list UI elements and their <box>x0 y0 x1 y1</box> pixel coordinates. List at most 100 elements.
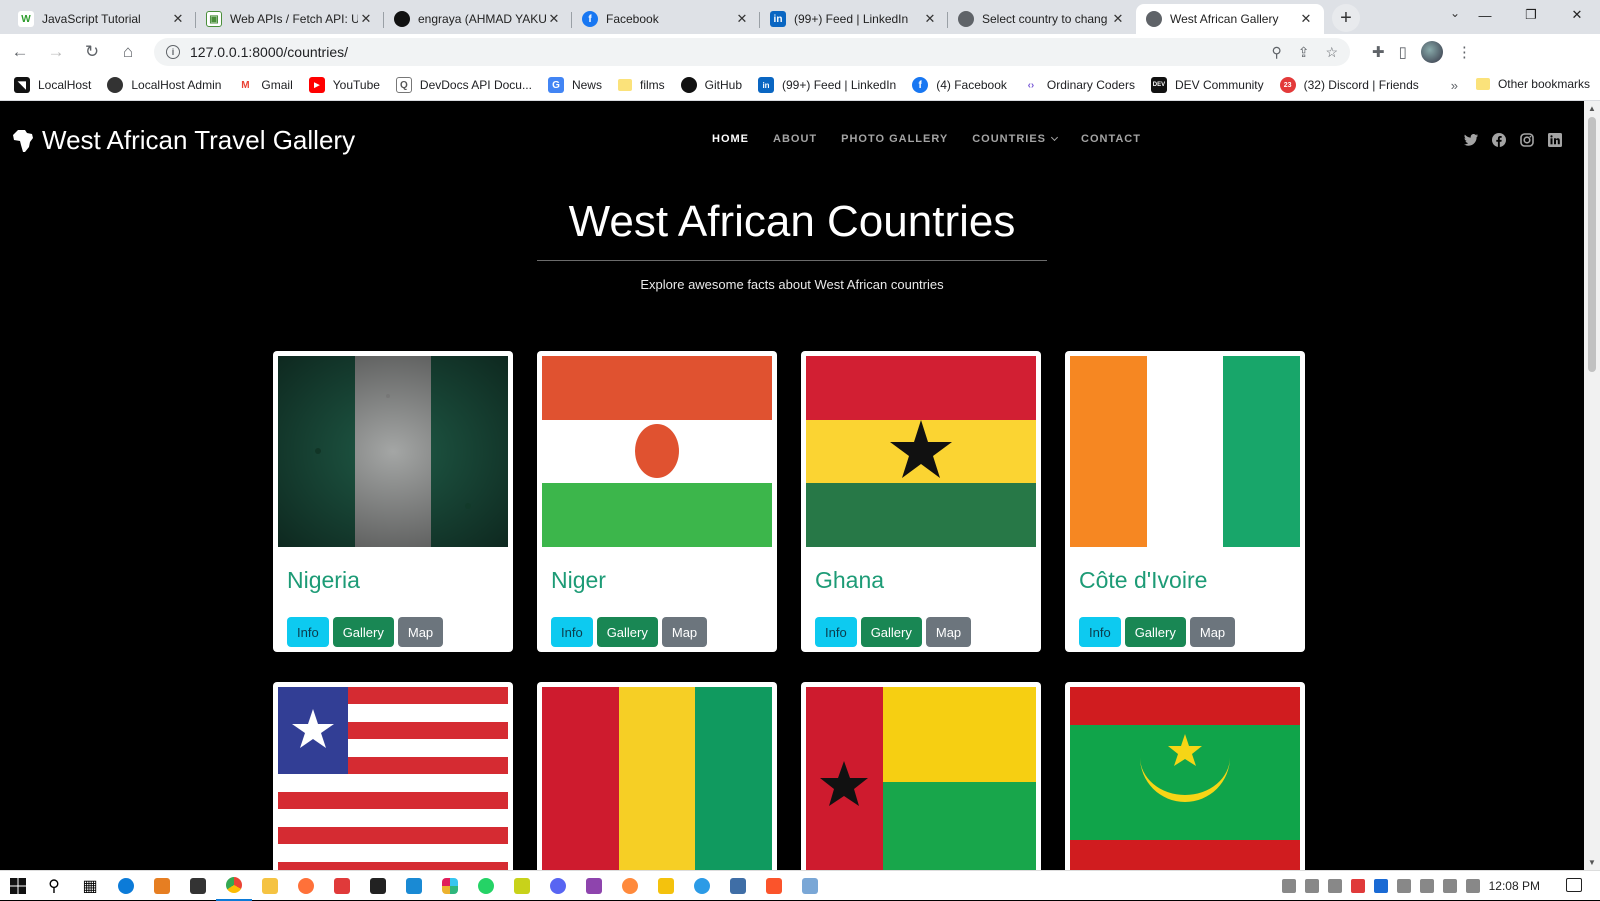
new-tab-button[interactable]: + <box>1332 4 1360 32</box>
browser-tab[interactable]: ▣ Web APIs / Fetch API: U ✕ <box>196 4 384 34</box>
ghana-flag-image[interactable] <box>806 356 1036 547</box>
bookmark-item[interactable]: G News <box>547 77 602 93</box>
scrollbar-thumb[interactable] <box>1588 117 1596 372</box>
sticky-notes-icon[interactable] <box>504 871 540 901</box>
side-panel-icon[interactable]: ▯ <box>1399 43 1407 61</box>
country-name[interactable]: Côte d'Ivoire <box>1079 567 1300 607</box>
gallery-button[interactable]: Gallery <box>860 617 922 647</box>
network-globe-icon[interactable] <box>1396 879 1411 893</box>
guinea-bissau-flag-image[interactable] <box>806 687 1036 870</box>
map-button[interactable]: Map <box>661 617 708 647</box>
task-view-icon[interactable]: ▦ <box>72 871 108 901</box>
app-screen-icon[interactable] <box>792 871 828 901</box>
bookmark-item[interactable]: ‹› Ordinary Coders <box>1022 77 1135 93</box>
map-button[interactable]: Map <box>925 617 972 647</box>
country-name[interactable]: Niger <box>551 567 772 607</box>
gallery-button[interactable]: Gallery <box>596 617 658 647</box>
close-tab-icon[interactable]: ✕ <box>358 11 374 27</box>
nav-home[interactable]: HOME <box>712 133 749 145</box>
nav-about[interactable]: ABOUT <box>773 133 817 145</box>
home-icon[interactable]: ⌂ <box>112 36 144 68</box>
bookmark-item[interactable]: M Gmail <box>237 77 293 93</box>
brave-icon[interactable] <box>756 871 792 901</box>
app-elephant-icon[interactable] <box>720 871 756 901</box>
mauritania-flag-image[interactable] <box>1070 687 1300 870</box>
bookmark-item[interactable]: ▶ YouTube <box>308 77 380 93</box>
country-name[interactable]: Ghana <box>815 567 1036 607</box>
app-orange-icon[interactable] <box>612 871 648 901</box>
bookmark-item[interactable]: GitHub <box>680 77 742 93</box>
sublime-text-icon[interactable] <box>144 871 180 901</box>
mail-icon[interactable] <box>360 871 396 901</box>
scroll-down-arrow-icon[interactable]: ▼ <box>1588 858 1596 867</box>
edge-icon[interactable] <box>108 871 144 901</box>
info-button[interactable]: Info <box>551 617 593 647</box>
nav-photo-gallery[interactable]: PHOTO GALLERY <box>841 133 948 145</box>
bookmark-item[interactable]: f (4) Facebook <box>912 77 1007 93</box>
discord-icon[interactable] <box>540 871 576 901</box>
url-text[interactable]: 127.0.0.1:8000/countries/ <box>190 44 1271 60</box>
info-button[interactable]: Info <box>1079 617 1121 647</box>
facebook-icon[interactable] <box>1492 133 1506 147</box>
country-name[interactable]: Nigeria <box>287 567 508 607</box>
zoom-icon[interactable]: ⚲ <box>1271 44 1281 61</box>
store-icon[interactable] <box>180 871 216 901</box>
pdf-reader-icon[interactable] <box>324 871 360 901</box>
search-icon[interactable]: ⚲ <box>36 871 72 901</box>
app-blue-icon[interactable] <box>684 871 720 901</box>
reload-icon[interactable]: ↻ <box>76 36 108 68</box>
firefox-icon[interactable] <box>288 871 324 901</box>
close-tab-icon[interactable]: ✕ <box>170 11 186 27</box>
back-arrow-icon[interactable]: ← <box>4 36 36 68</box>
bookmark-item[interactable]: DEV DEV Community <box>1150 77 1264 93</box>
nav-contact[interactable]: CONTACT <box>1081 133 1141 145</box>
forward-arrow-icon[interactable]: → <box>40 36 72 68</box>
pen-icon[interactable] <box>1465 879 1480 893</box>
browser-tab[interactable]: W JavaScript Tutorial ✕ <box>8 4 196 34</box>
other-bookmarks-folder[interactable]: Other bookmarks <box>1475 77 1590 91</box>
close-tab-icon[interactable]: ✕ <box>546 11 562 27</box>
nigeria-flag-image[interactable] <box>278 356 508 547</box>
minimize-icon[interactable]: — <box>1462 0 1508 30</box>
close-window-icon[interactable]: ✕ <box>1554 0 1600 30</box>
twitter-icon[interactable] <box>1464 133 1478 147</box>
browser-tab-active[interactable]: West African Gallery ✕ <box>1136 4 1324 34</box>
restore-icon[interactable]: ❐ <box>1508 0 1554 30</box>
file-explorer-icon[interactable] <box>252 871 288 901</box>
tray-red-app-icon[interactable] <box>1350 879 1365 893</box>
bookmark-item[interactable]: in (99+) Feed | LinkedIn <box>758 77 896 93</box>
gallery-button[interactable]: Gallery <box>332 617 394 647</box>
close-tab-icon[interactable]: ✕ <box>922 11 938 27</box>
profile-avatar[interactable] <box>1420 41 1443 63</box>
bookmark-item[interactable]: ◥ LocalHost <box>14 77 91 93</box>
info-button[interactable]: Info <box>287 617 329 647</box>
windows-start-icon[interactable] <box>0 871 36 901</box>
notifications-icon[interactable] <box>1566 878 1582 892</box>
bookmark-item[interactable]: Q DevDocs API Docu... <box>395 77 532 93</box>
menu-kebab-icon[interactable]: ⋮ <box>1457 43 1472 61</box>
map-button[interactable]: Map <box>1189 617 1236 647</box>
bookmark-item[interactable]: 23 (32) Discord | Friends <box>1279 77 1419 93</box>
site-brand[interactable]: West African Travel Gallery <box>12 125 355 156</box>
browser-tab[interactable]: f Facebook ✕ <box>572 4 760 34</box>
instagram-icon[interactable] <box>1520 133 1534 147</box>
slack-icon[interactable] <box>432 871 468 901</box>
scroll-up-arrow-icon[interactable]: ▲ <box>1588 104 1596 113</box>
info-button[interactable]: Info <box>815 617 857 647</box>
app-m-icon[interactable] <box>576 871 612 901</box>
liberia-flag-image[interactable] <box>278 687 508 870</box>
volume-icon[interactable] <box>1442 879 1457 893</box>
vscode-icon[interactable] <box>396 871 432 901</box>
share-icon[interactable]: ⇪ <box>1298 44 1310 61</box>
site-info-icon[interactable]: i <box>166 45 180 59</box>
whatsapp-icon[interactable] <box>468 871 504 901</box>
close-tab-icon[interactable]: ✕ <box>1110 11 1126 27</box>
browser-tab[interactable]: Select country to chang ✕ <box>948 4 1136 34</box>
people-icon[interactable] <box>1281 879 1296 893</box>
bookmark-star-icon[interactable]: ☆ <box>1325 44 1338 61</box>
cote-divoire-flag-image[interactable] <box>1070 356 1300 547</box>
nav-countries-dropdown[interactable]: COUNTRIES <box>972 133 1059 145</box>
tray-app-icon[interactable] <box>1304 879 1319 893</box>
niger-flag-image[interactable] <box>542 356 772 547</box>
close-tab-icon[interactable]: ✕ <box>734 11 750 27</box>
